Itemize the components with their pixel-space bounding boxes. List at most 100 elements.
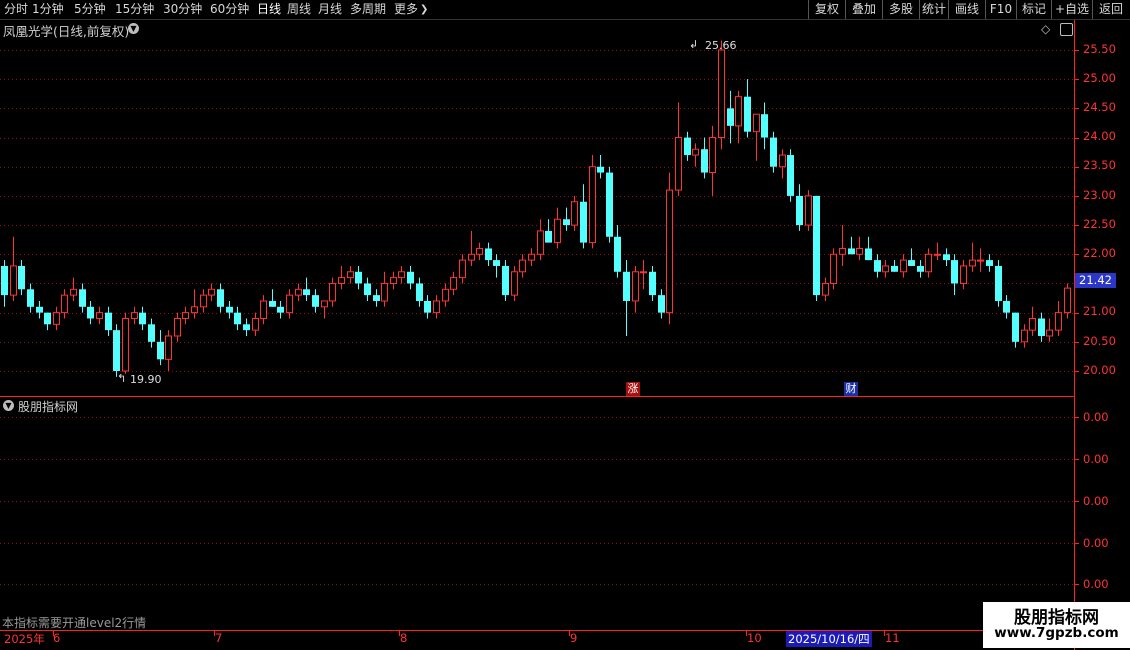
overlay-button[interactable]: 叠加 — [845, 0, 882, 19]
candle-body — [217, 289, 224, 307]
candle — [640, 260, 647, 290]
chevron-down-icon[interactable]: ▼ — [3, 400, 14, 411]
candle — [1029, 306, 1036, 336]
candle — [692, 143, 699, 167]
period-tab-multi[interactable]: 多周期 — [350, 1, 386, 18]
add-watchlist-button[interactable]: +自选 — [1051, 0, 1092, 19]
candle-body — [27, 289, 34, 307]
candle — [36, 300, 43, 319]
candle-body — [1021, 329, 1028, 343]
candle-body — [519, 259, 526, 273]
period-tab-timeshare[interactable]: 分时 — [4, 1, 28, 18]
candle — [191, 289, 198, 319]
candle — [321, 300, 328, 319]
candle — [442, 283, 449, 307]
date-label: 7 — [215, 631, 223, 645]
f10-button[interactable]: F10 — [985, 0, 1016, 19]
candle-body — [303, 289, 310, 296]
price-axis-label: 20.00 — [1083, 363, 1116, 377]
candle — [822, 277, 829, 301]
chevron-down-icon[interactable]: ▼ — [128, 23, 139, 34]
candle — [10, 236, 17, 301]
candle — [398, 265, 405, 284]
price-axis-label: 22.00 — [1083, 246, 1116, 260]
candle-body — [1055, 312, 1062, 331]
chart-canvas[interactable] — [0, 0, 1130, 650]
adjust-button[interactable]: 复权 — [808, 0, 845, 19]
period-tab-15min[interactable]: 15分钟 — [115, 1, 154, 18]
candle-body — [321, 300, 328, 308]
candle — [182, 306, 189, 325]
chevron-right-icon[interactable]: ❯ — [420, 1, 428, 18]
candle-body — [226, 306, 233, 313]
candle-body — [157, 341, 164, 360]
candle — [606, 166, 613, 243]
candle — [839, 225, 846, 266]
period-tab-daily[interactable]: 日线 — [257, 1, 281, 18]
panel-toggle-icon[interactable] — [1060, 23, 1073, 36]
candle-body — [44, 312, 51, 325]
period-tab-more[interactable]: 更多 — [394, 1, 418, 18]
candle — [908, 248, 915, 266]
date-label: 8 — [400, 631, 408, 645]
draw-line-button[interactable]: 画线 — [948, 0, 985, 19]
candle — [537, 219, 544, 261]
candle-body — [969, 259, 976, 267]
low-price-label: 19.90 — [130, 373, 162, 386]
multi-stock-button[interactable]: 多股 — [882, 0, 919, 19]
period-tab-monthly[interactable]: 月线 — [318, 1, 342, 18]
diamond-icon[interactable]: ◇ — [1041, 22, 1050, 36]
candle — [347, 265, 354, 284]
candle — [1055, 300, 1062, 336]
period-toolbar: 分时 1分钟 5分钟 15分钟 30分钟 60分钟 日线 周线 月线 多周期 更… — [0, 0, 1130, 20]
candle-body — [347, 271, 354, 279]
finance-flag[interactable]: 财 — [844, 382, 858, 396]
period-tab-weekly[interactable]: 周线 — [287, 1, 311, 18]
candle-body — [709, 137, 716, 174]
period-tab-30min[interactable]: 30分钟 — [163, 1, 202, 18]
candle-body — [1046, 329, 1053, 337]
candle — [286, 289, 293, 319]
stats-button[interactable]: 统计 — [919, 0, 948, 19]
limit-up-flag[interactable]: 涨 — [626, 382, 640, 396]
candle — [649, 265, 656, 301]
candle — [960, 260, 967, 290]
candle-body — [1003, 300, 1010, 313]
candle-body — [571, 201, 578, 226]
period-tab-1min[interactable]: 1分钟 — [32, 1, 64, 18]
candle-body — [260, 300, 267, 319]
candle — [122, 312, 129, 374]
candle-body — [977, 259, 984, 262]
candle — [589, 155, 596, 249]
candle-body — [813, 195, 820, 296]
period-tab-60min[interactable]: 60分钟 — [210, 1, 249, 18]
candle-body — [1, 265, 8, 296]
candle — [234, 306, 241, 331]
candle-body — [338, 277, 345, 284]
candle-body — [632, 271, 639, 302]
candle-body — [1038, 318, 1045, 336]
candle-body — [554, 218, 561, 244]
candle — [217, 283, 224, 313]
price-axis-label: 22.50 — [1083, 217, 1116, 231]
candle-body — [424, 300, 431, 313]
candle — [597, 155, 604, 179]
candle-body — [761, 114, 768, 138]
price-axis-label: 23.00 — [1083, 188, 1116, 202]
candle-body — [1064, 287, 1071, 314]
price-axis-label: 23.50 — [1083, 158, 1116, 172]
candle — [554, 207, 561, 249]
candle — [761, 102, 768, 150]
candle-body — [53, 312, 60, 325]
back-button[interactable]: 返回 — [1092, 0, 1129, 19]
candle-body — [269, 300, 276, 307]
candle — [951, 254, 958, 296]
candle — [943, 248, 950, 266]
candle-body — [407, 271, 414, 284]
candle-body — [891, 265, 898, 272]
period-tab-5min[interactable]: 5分钟 — [74, 1, 106, 18]
mark-button[interactable]: 标记 — [1016, 0, 1051, 19]
candle — [623, 260, 630, 336]
candle-body — [822, 282, 829, 296]
panel-frame — [0, 20, 1075, 650]
